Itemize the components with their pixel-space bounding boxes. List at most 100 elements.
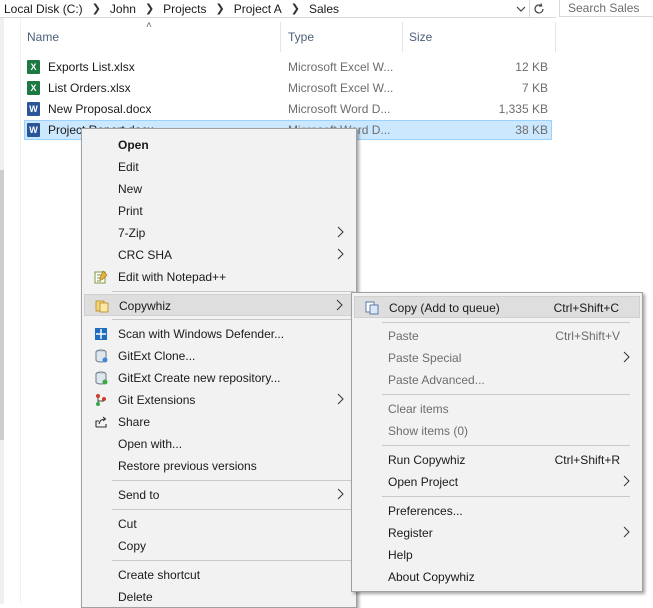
menu-item-copy-add-to-queue[interactable]: Copy (Add to queue) Ctrl+Shift+C — [354, 296, 640, 318]
address-bar[interactable]: Local Disk (C:) ❯ John ❯ Projects ❯ Proj… — [0, 0, 556, 18]
breadcrumb-local-disk[interactable]: Local Disk (C:) — [4, 2, 83, 16]
menu-item-create-shortcut[interactable]: Create shortcut — [84, 564, 354, 586]
word-file-icon: W — [27, 123, 40, 137]
copywhiz-icon — [95, 300, 109, 313]
file-name: List Orders.xlsx — [48, 81, 131, 95]
menu-item-notepad-plus[interactable]: Edit with Notepad++ — [84, 266, 354, 288]
menu-item-clear-items[interactable]: Clear items — [354, 398, 640, 420]
new-repository-icon — [95, 371, 108, 385]
breadcrumb-john[interactable]: John — [110, 2, 136, 16]
column-header-size[interactable]: Size — [409, 30, 432, 44]
menu-item-send-to[interactable]: Send to — [84, 484, 354, 506]
database-icon — [95, 349, 108, 363]
excel-file-icon: X — [27, 81, 40, 95]
menu-item-help[interactable]: Help — [354, 544, 640, 566]
column-divider[interactable] — [280, 22, 281, 52]
file-type: Microsoft Excel W... — [288, 81, 394, 95]
menu-item-cut[interactable]: Cut — [84, 513, 354, 535]
submenu-arrow-icon — [623, 526, 630, 538]
breadcrumb-sales[interactable]: Sales — [309, 2, 339, 16]
file-row[interactable]: X List Orders.xlsx Microsoft Excel W... … — [24, 78, 552, 98]
menu-item-run-copywhiz[interactable]: Run Copywhiz Ctrl+Shift+R — [354, 449, 640, 471]
file-row[interactable]: W New Proposal.docx Microsoft Word D... … — [24, 99, 552, 119]
word-file-icon: W — [27, 102, 40, 116]
column-header-name[interactable]: Name — [27, 30, 59, 44]
column-header-type[interactable]: Type — [288, 30, 314, 44]
chevron-right-icon[interactable]: ❯ — [145, 2, 154, 15]
menu-item-print[interactable]: Print — [84, 200, 354, 222]
chevron-down-icon[interactable] — [513, 0, 529, 17]
menu-separator — [112, 291, 354, 292]
menu-item-about-copywhiz[interactable]: About Copywhiz — [354, 566, 640, 588]
menu-separator — [112, 480, 354, 481]
breadcrumb-project-a[interactable]: Project A — [234, 2, 282, 16]
menu-item-new[interactable]: New — [84, 178, 354, 200]
chevron-right-icon[interactable]: ❯ — [216, 2, 225, 15]
file-name: New Proposal.docx — [48, 102, 152, 116]
file-row[interactable]: X Exports List.xlsx Microsoft Excel W...… — [24, 57, 552, 77]
breadcrumb-projects[interactable]: Projects — [163, 2, 206, 16]
notepad-plus-icon — [94, 270, 108, 284]
copywhiz-submenu: Copy (Add to queue) Ctrl+Shift+C Paste C… — [351, 292, 643, 592]
chevron-right-icon[interactable]: ❯ — [291, 2, 300, 15]
refresh-icon[interactable] — [529, 0, 548, 17]
menu-separator — [112, 319, 354, 320]
submenu-arrow-icon — [623, 351, 630, 363]
share-icon — [95, 416, 107, 428]
menu-item-paste-special[interactable]: Paste Special — [354, 347, 640, 369]
menu-item-register[interactable]: Register — [354, 522, 640, 544]
menu-item-restore-previous[interactable]: Restore previous versions — [84, 455, 354, 477]
column-divider[interactable] — [402, 22, 403, 52]
submenu-arrow-icon — [337, 226, 344, 238]
chevron-right-icon[interactable]: ❯ — [92, 2, 101, 15]
breadcrumb: Local Disk (C:) ❯ John ❯ Projects ❯ Proj… — [4, 0, 339, 17]
menu-separator — [112, 509, 354, 510]
context-menu: Open Edit New Print 7-Zip CRC SHA Edit w… — [81, 128, 357, 608]
menu-item-edit[interactable]: Edit — [84, 156, 354, 178]
menu-item-delete[interactable]: Delete — [84, 586, 354, 608]
menu-item-crc-sha[interactable]: CRC SHA — [84, 244, 354, 266]
menu-item-copy[interactable]: Copy — [84, 535, 354, 557]
menu-item-share[interactable]: Share — [84, 411, 354, 433]
submenu-arrow-icon — [337, 488, 344, 500]
menu-item-windows-defender[interactable]: Scan with Windows Defender... — [84, 323, 354, 345]
menu-item-copywhiz[interactable]: Copywhiz — [84, 294, 354, 316]
search-input[interactable]: Search Sales — [559, 0, 653, 17]
submenu-arrow-icon — [337, 248, 344, 260]
menu-separator — [382, 445, 630, 446]
menu-separator — [382, 394, 630, 395]
file-type: Microsoft Word D... — [288, 102, 391, 116]
git-extensions-icon — [96, 394, 106, 406]
menu-item-paste[interactable]: Paste Ctrl+Shift+V — [354, 325, 640, 347]
file-size: 7 KB — [521, 81, 548, 95]
file-size: 38 KB — [515, 123, 548, 137]
file-size: 1,335 KB — [498, 102, 548, 116]
menu-item-preferences[interactable]: Preferences... — [354, 500, 640, 522]
file-name: Exports List.xlsx — [48, 60, 135, 74]
menu-item-show-items[interactable]: Show items (0) — [354, 420, 640, 442]
excel-file-icon: X — [27, 60, 40, 74]
menu-item-gitext-create[interactable]: GitExt Create new repository... — [84, 367, 354, 389]
navigation-pane-scrollbar[interactable] — [0, 170, 4, 440]
windows-defender-icon — [95, 328, 107, 340]
menu-item-7zip[interactable]: 7-Zip — [84, 222, 354, 244]
column-divider[interactable] — [555, 22, 556, 52]
menu-separator — [112, 560, 354, 561]
menu-item-open-with[interactable]: Open with... — [84, 433, 354, 455]
pane-divider — [20, 18, 21, 604]
file-size: 12 KB — [515, 60, 548, 74]
submenu-arrow-icon — [623, 475, 630, 487]
copy-queue-icon — [365, 301, 379, 315]
menu-item-paste-advanced[interactable]: Paste Advanced... — [354, 369, 640, 391]
menu-separator — [382, 322, 630, 323]
menu-item-open-project[interactable]: Open Project — [354, 471, 640, 493]
file-type: Microsoft Excel W... — [288, 60, 394, 74]
sort-ascending-icon: ˄ — [146, 20, 152, 31]
menu-item-git-extensions[interactable]: Git Extensions — [84, 389, 354, 411]
menu-item-gitext-clone[interactable]: GitExt Clone... — [84, 345, 354, 367]
column-header-bar: Name ˄ Type Size — [22, 20, 556, 52]
menu-separator — [382, 496, 630, 497]
submenu-arrow-icon — [337, 393, 344, 405]
submenu-arrow-icon — [336, 299, 343, 311]
menu-item-open[interactable]: Open — [84, 134, 354, 156]
